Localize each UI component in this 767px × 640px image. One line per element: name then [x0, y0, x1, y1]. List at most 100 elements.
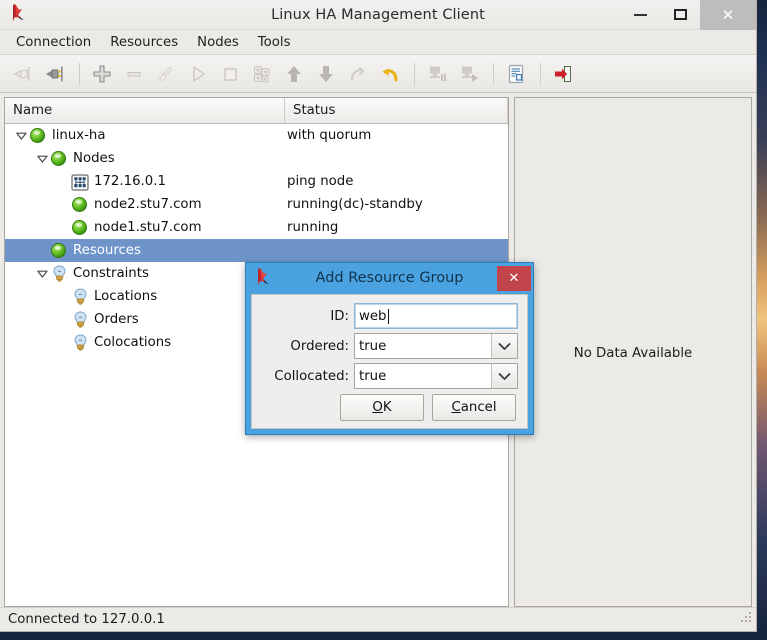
- lightbulb-icon: [71, 333, 89, 352]
- move-up-icon[interactable]: [279, 59, 309, 89]
- chevron-down-icon[interactable]: [491, 364, 517, 388]
- undo-icon[interactable]: [375, 59, 405, 89]
- dialog-body: ID: web Ordered: true Collocated: true O…: [251, 294, 528, 429]
- id-input[interactable]: web: [354, 303, 518, 329]
- id-label: ID:: [330, 308, 349, 324]
- ok-rest: K: [382, 400, 392, 415]
- connect-icon[interactable]: [40, 59, 70, 89]
- cancel-mnemonic: C: [451, 400, 461, 415]
- tree-row-status: running(dc)-standby: [287, 197, 423, 212]
- disconnect-icon[interactable]: [8, 59, 38, 89]
- tree-row-label: Colocations: [94, 335, 172, 350]
- chevron-down-icon[interactable]: [34, 151, 50, 167]
- tree-row-nodes[interactable]: Nodes: [5, 147, 508, 170]
- ordered-label: Ordered:: [290, 338, 349, 354]
- menu-tools[interactable]: Tools: [249, 33, 300, 52]
- green-ball-icon: [29, 127, 47, 145]
- penguin-flag-icon: [250, 265, 276, 291]
- collocated-select[interactable]: true: [354, 363, 518, 389]
- lightbulb-icon: [71, 310, 89, 329]
- remove-icon[interactable]: [119, 59, 149, 89]
- chevron-down-icon[interactable]: [13, 128, 29, 144]
- standby-icon[interactable]: [422, 59, 452, 89]
- dialog-button-bar: OK Cancel: [261, 394, 518, 422]
- green-ball-icon: [71, 196, 89, 214]
- toolbar-separator: [79, 62, 80, 85]
- tree-row-label: node1.stu7.com: [94, 220, 202, 235]
- redo-icon[interactable]: [343, 59, 373, 89]
- tree-row-label: linux-ha: [52, 128, 106, 143]
- tree-row-label: Locations: [94, 289, 158, 304]
- tree-row-name: Resources: [5, 242, 285, 260]
- add-resource-group-dialog: Add Resource Group ✕ ID: web Ordered: tr…: [245, 262, 534, 435]
- dialog-titlebar[interactable]: Add Resource Group ✕: [246, 263, 533, 292]
- tree-row-label: 172.16.0.1: [94, 174, 166, 189]
- toolbar-separator: [414, 62, 415, 85]
- manage-icon[interactable]: [247, 59, 277, 89]
- add-icon[interactable]: [87, 59, 117, 89]
- dialog-close-button[interactable]: ✕: [497, 265, 531, 291]
- tree-row-node1-stu7-com[interactable]: node1.stu7.com running: [5, 216, 508, 239]
- ok-mnemonic: O: [372, 400, 383, 415]
- field-row-id: ID: web: [261, 303, 518, 329]
- tree-row-label: node2.stu7.com: [94, 197, 202, 212]
- tree-row-172-16-0-1[interactable]: 172.16.0.1 ping node: [5, 170, 508, 193]
- menu-connection[interactable]: Connection: [7, 33, 100, 52]
- maximize-button[interactable]: [660, 0, 700, 30]
- application-window: Linux HA Management Client ✕ Connection …: [0, 0, 757, 632]
- start-icon[interactable]: [183, 59, 213, 89]
- move-down-icon[interactable]: [311, 59, 341, 89]
- tree-row-name: Locations: [5, 287, 285, 306]
- tree-row-label: Orders: [94, 312, 139, 327]
- exit-icon[interactable]: [548, 59, 578, 89]
- column-header-status[interactable]: Status: [285, 98, 508, 123]
- collocated-label: Collocated:: [274, 368, 349, 384]
- ok-button[interactable]: OK: [340, 394, 424, 421]
- ordered-select[interactable]: true: [354, 333, 518, 359]
- lightbulb-icon: [71, 287, 89, 306]
- connection-status-text: Connected to 127.0.0.1: [8, 612, 165, 627]
- green-ball-icon: [71, 219, 89, 237]
- cleanup-icon[interactable]: [151, 59, 181, 89]
- tree-row-label: Nodes: [73, 151, 115, 166]
- tree-row-name: Constraints: [5, 264, 285, 283]
- tree-row-resources[interactable]: Resources: [5, 239, 508, 262]
- close-button[interactable]: ✕: [700, 0, 756, 30]
- green-ball-icon: [50, 150, 68, 168]
- window-titlebar[interactable]: Linux HA Management Client ✕: [0, 0, 756, 30]
- tree-row-name: Colocations: [5, 333, 285, 352]
- green-ball-icon: [50, 242, 68, 260]
- report-icon[interactable]: [501, 59, 531, 89]
- tree-row-node2-stu7-com[interactable]: node2.stu7.com running(dc)-standby: [5, 193, 508, 216]
- online-icon[interactable]: [454, 59, 484, 89]
- toolbar-separator: [540, 62, 541, 85]
- dialog-title: Add Resource Group: [315, 269, 464, 286]
- network-node-icon: [71, 173, 89, 191]
- tree-row-status: with quorum: [287, 128, 372, 143]
- detail-panel: No Data Available: [514, 97, 752, 607]
- tree-row-label: Resources: [73, 243, 141, 258]
- lightbulb-icon: [50, 264, 68, 283]
- toolbar-separator: [493, 62, 494, 85]
- id-input-value: web: [359, 308, 387, 324]
- chevron-down-icon[interactable]: [34, 266, 50, 282]
- tree-row-name: node2.stu7.com: [5, 196, 285, 214]
- tree-row-linux-ha[interactable]: linux-ha with quorum: [5, 124, 508, 147]
- menu-resources[interactable]: Resources: [101, 33, 187, 52]
- column-header-name[interactable]: Name: [5, 98, 285, 123]
- menu-nodes[interactable]: Nodes: [188, 33, 248, 52]
- collocated-select-value: true: [359, 368, 387, 384]
- tree-row-status: running: [287, 220, 339, 235]
- cancel-button[interactable]: Cancel: [432, 394, 516, 421]
- menubar: Connection Resources Nodes Tools: [0, 30, 756, 55]
- minimize-button[interactable]: [620, 0, 660, 30]
- stop-icon[interactable]: [215, 59, 245, 89]
- no-data-message: No Data Available: [573, 346, 693, 361]
- tree-row-status: ping node: [287, 174, 354, 189]
- resize-grip[interactable]: [737, 609, 753, 629]
- tree-column-headers: Name Status: [5, 98, 508, 124]
- tree-row-name: Nodes: [5, 150, 285, 168]
- chevron-down-icon[interactable]: [491, 334, 517, 358]
- statusbar: Connected to 127.0.0.1: [0, 607, 756, 631]
- ordered-select-value: true: [359, 338, 387, 354]
